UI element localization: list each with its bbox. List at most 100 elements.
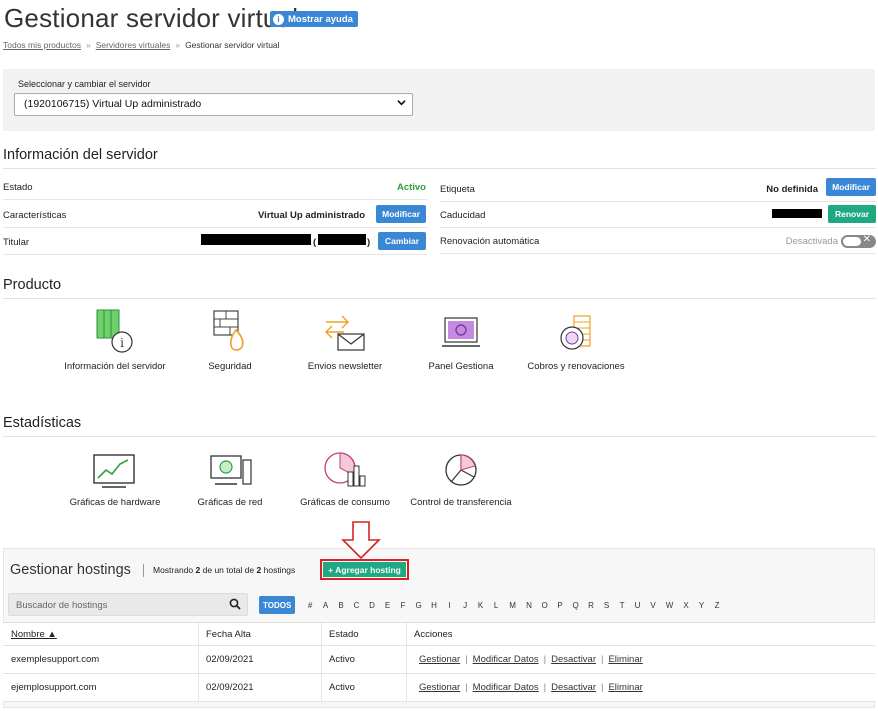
help-button[interactable]: i Mostrar ayuda <box>270 11 358 27</box>
info-row-caducidad: Caducidad Renovar <box>440 203 876 228</box>
alpha-filter-j[interactable]: J <box>457 601 473 610</box>
server-select[interactable]: (1920106715) Virtual Up administrado <box>14 93 413 116</box>
alphabet-letters: # A B C D E F G H I J K L M N O P Q R S T U V W X Y Z <box>302 601 725 610</box>
firewall-icon <box>213 310 244 351</box>
tile-panel-gestiona[interactable]: Panel Gestiona <box>406 312 516 372</box>
alpha-filter-p[interactable]: P <box>552 601 568 610</box>
column-header-name[interactable]: Nombre ▲ <box>11 629 57 640</box>
alpha-filter-a[interactable]: A <box>318 601 334 610</box>
add-hosting-button[interactable]: + Agregar hosting <box>323 562 406 577</box>
panel-icon <box>442 317 480 347</box>
filter-all-button[interactable]: TODOS <box>259 596 296 614</box>
table-row: ejemplosupport.com 02/09/2021 Activo Ges… <box>3 674 875 702</box>
column-header-status: Estado <box>329 629 359 640</box>
tile-consumption-charts[interactable]: Gráficas de consumo <box>290 450 400 508</box>
hosting-status: Activo <box>329 682 355 693</box>
alpha-filter-r[interactable]: R <box>583 601 599 610</box>
modify-data-link[interactable]: Modificar Datos <box>473 654 539 665</box>
divider <box>3 298 876 299</box>
manage-link[interactable]: Gestionar <box>419 682 460 693</box>
manage-link[interactable]: Gestionar <box>419 654 460 665</box>
breadcrumb-current: Gestionar servidor virtual <box>185 40 280 50</box>
info-row-titular: Titular ( ) Cambiar <box>3 230 427 255</box>
tile-billing[interactable]: Cobros y renovaciones <box>521 312 631 372</box>
tile-hardware-charts[interactable]: Gráficas de hardware <box>60 452 170 508</box>
modify-features-button[interactable]: Modificar <box>376 205 426 223</box>
status-value: Activo <box>396 182 426 193</box>
server-info-icon: i <box>96 309 133 353</box>
delete-link[interactable]: Eliminar <box>608 654 642 665</box>
alpha-filter-g[interactable]: G <box>411 601 427 610</box>
alpha-filter-h[interactable]: H <box>426 601 442 610</box>
alpha-filter-v[interactable]: V <box>645 601 661 610</box>
product-heading: Producto <box>3 277 62 293</box>
tile-transfer-control[interactable]: Control de transferencia <box>406 452 516 508</box>
alpha-filter-d[interactable]: D <box>364 601 380 610</box>
breadcrumb: Todos mis productos» Servidores virtuales… <box>3 40 280 50</box>
add-hosting-highlight: + Agregar hosting <box>320 559 409 580</box>
hosting-actions: Gestionar | Modificar Datos | Desactivar | Eli… <box>419 682 643 693</box>
auto-renew-toggle[interactable]: ✕ <box>841 234 876 248</box>
alpha-filter-s[interactable]: S <box>599 601 615 610</box>
server-selector-label: Seleccionar y cambiar el servidor <box>18 79 151 89</box>
alpha-filter-n[interactable]: N <box>521 601 537 610</box>
tile-security[interactable]: Seguridad <box>175 308 285 372</box>
hosting-name: ejemplosupport.com <box>11 682 97 693</box>
tile-network-charts[interactable]: Gráficas de red <box>175 452 285 508</box>
alpha-filter-i[interactable]: I <box>442 601 458 610</box>
search-icon[interactable] <box>229 598 241 613</box>
hosting-name: exemplesupport.com <box>11 654 100 665</box>
alpha-filter-z[interactable]: Z <box>709 601 725 610</box>
alpha-filter-f[interactable]: F <box>395 601 411 610</box>
delete-link[interactable]: Eliminar <box>608 682 642 693</box>
info-row-etiqueta: Etiqueta No definida Modificar <box>440 177 876 202</box>
alpha-filter-x[interactable]: X <box>678 601 694 610</box>
alpha-filter-k[interactable]: K <box>473 601 489 610</box>
alpha-filter-hash[interactable]: # <box>302 601 318 610</box>
svg-text:i: i <box>120 336 124 350</box>
hosting-status: Activo <box>329 654 355 665</box>
change-owner-button[interactable]: Cambiar <box>378 232 426 250</box>
divider <box>3 436 876 437</box>
info-row-caracteristicas: Características Virtual Up administrado … <box>3 203 427 228</box>
info-row-estado: Estado Activo <box>3 175 427 200</box>
renew-button[interactable]: Renovar <box>828 205 876 223</box>
alpha-filter-t[interactable]: T <box>614 601 630 610</box>
tile-server-info[interactable]: i Información del servidor <box>60 308 170 372</box>
modify-label-button[interactable]: Modificar <box>826 178 876 196</box>
alpha-filter-q[interactable]: Q <box>568 601 584 610</box>
hosting-actions: Gestionar | Modificar Datos | Desactivar | Eli… <box>419 654 643 665</box>
tile-newsletter[interactable]: Envios newsletter <box>290 310 400 372</box>
alpha-filter-e[interactable]: E <box>380 601 396 610</box>
server-info-heading: Información del servidor <box>3 147 158 163</box>
hostings-title: Gestionar hostings <box>10 562 131 578</box>
alpha-filter-u[interactable]: U <box>630 601 646 610</box>
alpha-filter-y[interactable]: Y <box>694 601 710 610</box>
help-button-label: Mostrar ayuda <box>288 13 353 25</box>
hosting-date: 02/09/2021 <box>206 682 254 693</box>
breadcrumb-link-servers[interactable]: Servidores virtuales <box>96 40 171 50</box>
deactivate-link[interactable]: Desactivar <box>551 682 596 693</box>
hardware-chart-icon <box>93 454 135 488</box>
transfer-icon <box>445 454 477 486</box>
info-row-renovacion: Renovación automática Desactivada ✕ <box>440 229 876 254</box>
alpha-filter-b[interactable]: B <box>333 601 349 610</box>
search-placeholder: Buscador de hostings <box>16 600 108 611</box>
deactivate-link[interactable]: Desactivar <box>551 654 596 665</box>
alpha-filter-w[interactable]: W <box>661 601 679 610</box>
toggle-knob <box>843 237 861 246</box>
hosting-search-input[interactable]: Buscador de hostings <box>8 593 248 616</box>
network-chart-icon <box>210 455 252 485</box>
divider <box>143 564 144 577</box>
alpha-filter-m[interactable]: M <box>504 601 522 610</box>
alpha-filter-o[interactable]: O <box>537 601 553 610</box>
redacted-date <box>772 209 822 218</box>
modify-data-link[interactable]: Modificar Datos <box>473 682 539 693</box>
alpha-filter-c[interactable]: C <box>349 601 365 610</box>
server-selector-panel: Seleccionar y cambiar el servidor (19201… <box>3 69 875 131</box>
consumption-chart-icon <box>324 452 366 487</box>
hostings-count: Mostrando 2 de un total de 2 hostings <box>153 565 296 575</box>
alpha-filter-l[interactable]: L <box>488 601 504 610</box>
divider <box>3 168 876 169</box>
breadcrumb-link-products[interactable]: Todos mis productos <box>3 40 81 50</box>
